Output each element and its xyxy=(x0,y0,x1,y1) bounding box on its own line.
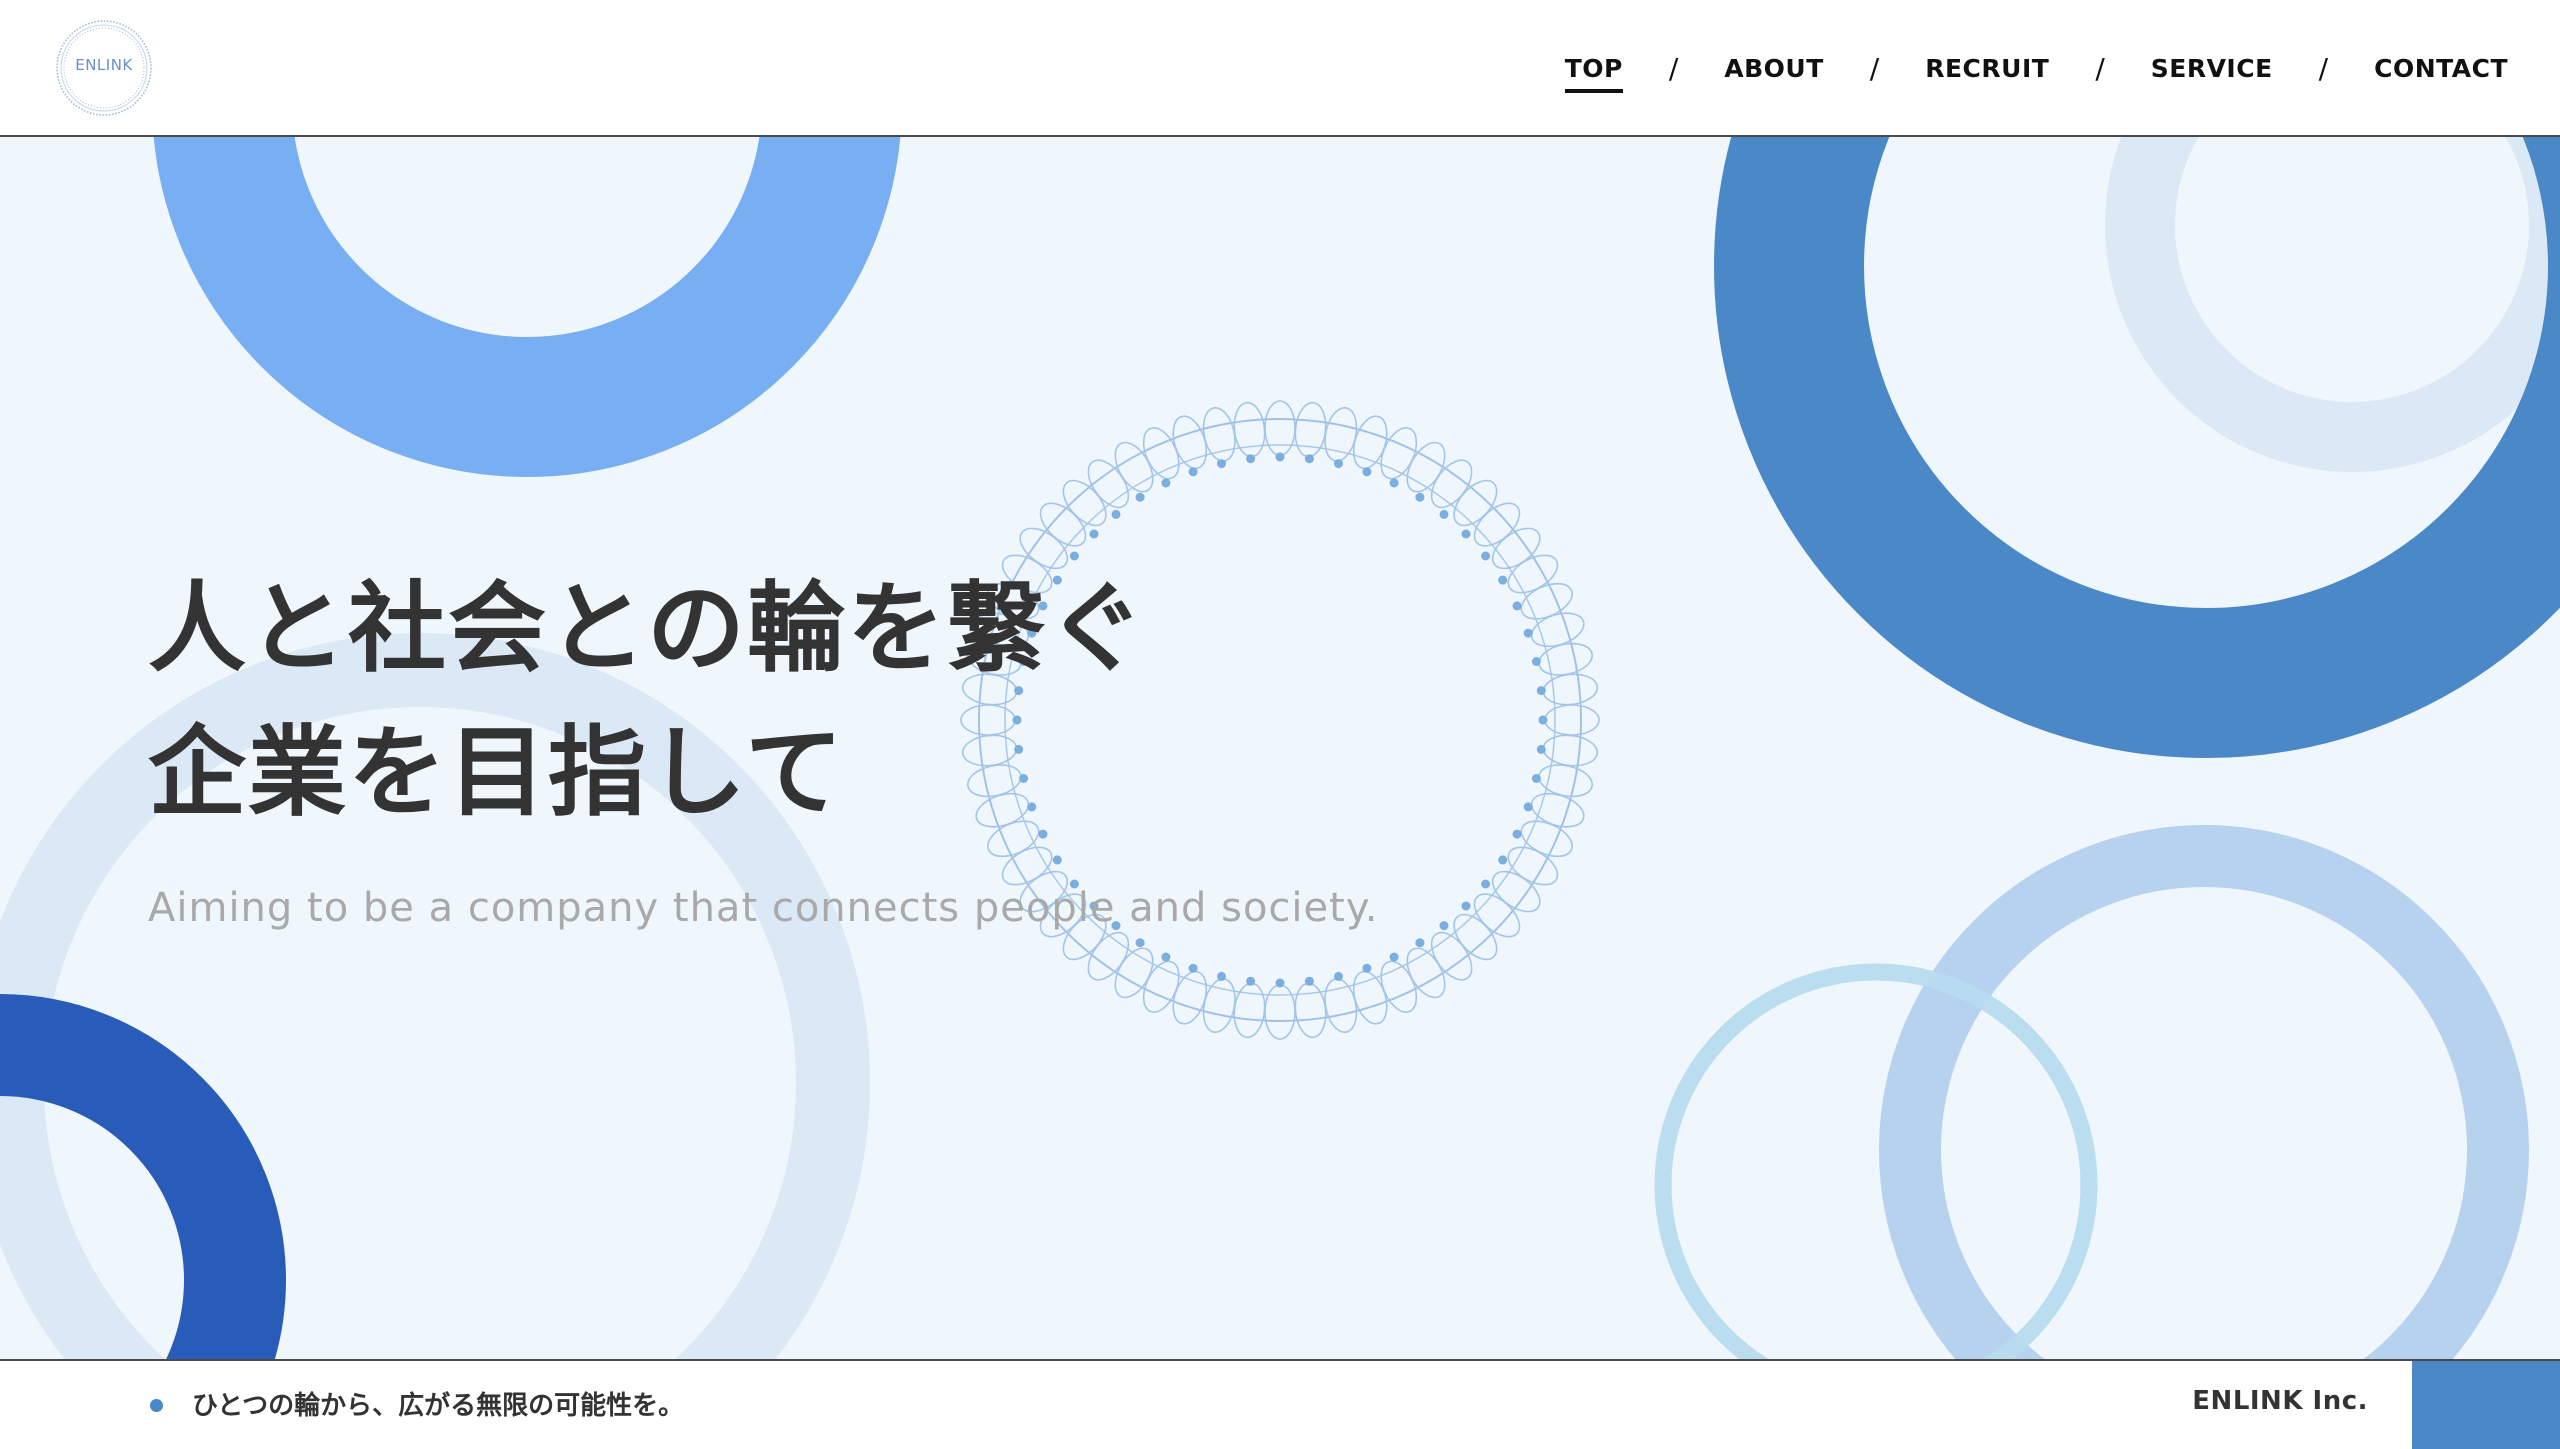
hero-section: 人と社会との輪を繋ぐ 企業を目指して Aiming to be a compan… xyxy=(0,137,2560,1359)
nav-separator: / xyxy=(1869,52,1880,85)
lace-dot xyxy=(1246,976,1256,986)
lace-dot xyxy=(1439,509,1449,519)
nav-separator: / xyxy=(2095,52,2105,85)
main-nav: TOP / ABOUT / RECRUIT / SERVICE / CONTAC… xyxy=(1564,0,2508,137)
lace-loop xyxy=(1544,704,1600,736)
lace-loop xyxy=(1352,415,1388,470)
bottom-bar: ひとつの輪から、広がる無限の可能性を。 ENLINK Inc. xyxy=(0,1359,2560,1449)
lace-loop xyxy=(1473,893,1521,938)
lace-loop xyxy=(1530,792,1585,828)
ring-soft-right xyxy=(1879,825,2529,1359)
nav-separator: / xyxy=(1668,52,1679,85)
nav-contact[interactable]: CONTACT xyxy=(2374,48,2508,89)
lace-loop xyxy=(1233,982,1266,1039)
lace-dot xyxy=(1188,467,1198,477)
dot-icon xyxy=(150,1399,163,1412)
lace-dot xyxy=(1217,459,1226,469)
lace-dot xyxy=(1461,901,1471,911)
corner-accent-block xyxy=(2412,1361,2560,1449)
lace-dot xyxy=(1512,829,1522,839)
lace-loop xyxy=(1542,673,1599,706)
lace-loop xyxy=(1172,970,1208,1025)
lace-dot xyxy=(1052,855,1062,865)
lace-dot xyxy=(1275,452,1285,462)
lace-dot xyxy=(1415,492,1425,502)
lace-dot xyxy=(1498,575,1508,585)
lace-loop xyxy=(1264,984,1296,1040)
tagline: ひとつの輪から、広がる無限の可能性を。 xyxy=(192,1391,685,1421)
headline-line-2: 企業を目指して xyxy=(148,716,846,830)
lace-dot xyxy=(1111,509,1121,519)
lace-loop xyxy=(1542,734,1599,767)
lace-loop xyxy=(1264,400,1296,456)
lace-dot xyxy=(1538,715,1548,725)
lace-dot xyxy=(1415,938,1425,948)
hero-headline: 人と社会との輪を繋ぐ 企業を目指して xyxy=(148,557,1147,845)
lace-dot xyxy=(1531,657,1541,666)
nav-recruit[interactable]: RECRUIT xyxy=(1925,48,2049,89)
lace-loop xyxy=(1062,479,1107,527)
lace-loop xyxy=(1294,982,1327,1039)
lace-dot xyxy=(1362,963,1372,973)
nav-about[interactable]: ABOUT xyxy=(1724,48,1824,89)
lace-dot xyxy=(1481,551,1491,561)
lace-loop xyxy=(1233,401,1266,458)
logo[interactable]: ENLINK xyxy=(54,18,154,118)
lace-dot xyxy=(1498,855,1508,865)
lace-loop xyxy=(1039,502,1087,547)
lace-dot xyxy=(1135,492,1145,502)
lace-dot xyxy=(1481,879,1491,889)
lace-dot xyxy=(1089,529,1099,539)
lace-dot xyxy=(1304,976,1314,986)
headline-line-1: 人と社会との輪を繋ぐ xyxy=(148,572,1148,686)
ring-top-left xyxy=(153,137,901,477)
lace-dot xyxy=(1536,744,1546,754)
lace-dot xyxy=(1334,459,1343,469)
lace-dot xyxy=(1531,774,1541,783)
lace-loop xyxy=(1453,913,1498,961)
logo-text: ENLINK xyxy=(75,56,133,74)
lace-dot xyxy=(1362,467,1372,477)
nav-service[interactable]: SERVICE xyxy=(2151,48,2273,89)
lace-loop xyxy=(1453,479,1498,527)
ring-pale-right xyxy=(2105,137,2560,472)
hero-subheadline: Aiming to be a company that connects peo… xyxy=(148,885,1379,931)
lace-dot xyxy=(1246,454,1256,464)
nav-top[interactable]: TOP xyxy=(1564,48,1623,93)
lace-dot xyxy=(1275,978,1285,988)
lace-dot xyxy=(1523,628,1533,638)
lace-dot xyxy=(1439,921,1449,931)
lace-dot xyxy=(1304,454,1314,464)
lace-dot xyxy=(1161,478,1171,488)
lace-loop xyxy=(1294,401,1327,458)
lace-dot xyxy=(1389,952,1399,962)
lace-dot xyxy=(1161,952,1171,962)
lace-dot xyxy=(1512,601,1522,611)
lace-dot xyxy=(1135,938,1145,948)
nav-separator: / xyxy=(2318,52,2329,85)
lace-dot xyxy=(1334,971,1343,981)
lace-loop xyxy=(1473,502,1521,547)
lace-dot xyxy=(1217,971,1226,981)
lace-dot xyxy=(1389,478,1399,488)
ring-sky-right xyxy=(1654,963,2098,1359)
site-header: ENLINK TOP / ABOUT / RECRUIT / SERVICE /… xyxy=(0,0,2560,137)
lace-dot xyxy=(1536,686,1546,696)
company-name: ENLINK Inc. xyxy=(2192,1386,2368,1416)
lace-dot xyxy=(1461,529,1471,539)
lace-dot xyxy=(1188,963,1198,973)
lace-dot xyxy=(1523,802,1533,812)
